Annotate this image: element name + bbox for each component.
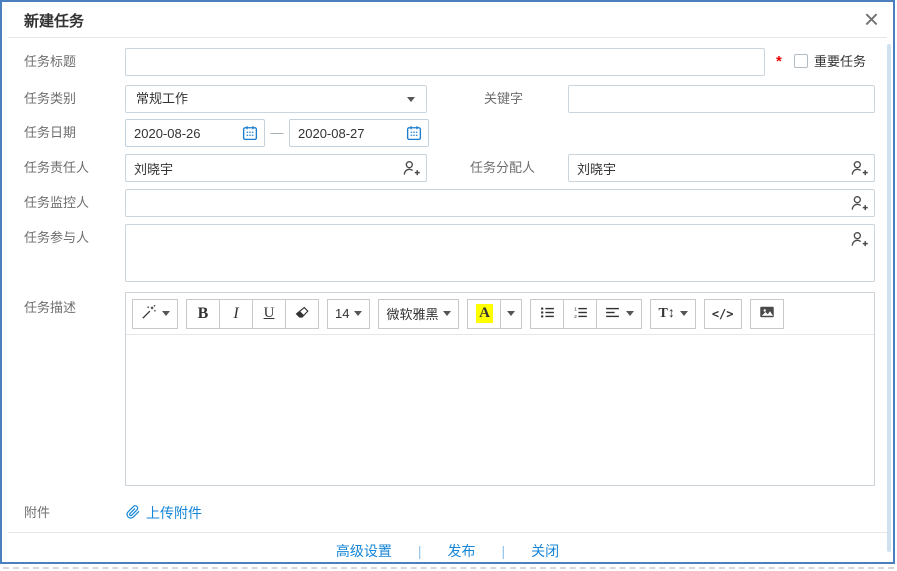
description-content-area[interactable] (126, 335, 874, 485)
svg-text:1: 1 (574, 306, 577, 312)
chevron-down-icon (354, 311, 362, 316)
chevron-down-icon (443, 311, 451, 316)
required-asterisk: * (776, 53, 782, 70)
font-color-dropdown-button[interactable] (500, 299, 522, 329)
person-add-icon[interactable] (849, 229, 869, 249)
keyword-input[interactable] (568, 85, 875, 113)
start-date-field (125, 119, 265, 147)
dialog-title: 新建任务 (24, 10, 84, 31)
footer-divider (8, 532, 887, 533)
chevron-down-icon (162, 311, 170, 316)
task-category-select[interactable]: 常规工作 (125, 85, 427, 113)
underline-button[interactable]: U (252, 299, 286, 329)
line-height-glyph: T↕ (658, 306, 674, 322)
advanced-settings-button[interactable]: 高级设置 (336, 541, 392, 561)
bold-button[interactable]: B (186, 299, 220, 329)
description-label: 任务描述 (24, 294, 76, 322)
participants-input[interactable] (125, 224, 875, 282)
bullet-list-button[interactable] (530, 299, 564, 329)
background-dashed-line (3, 567, 894, 569)
upload-attachment-link[interactable]: 上传附件 (125, 502, 202, 524)
font-size-button[interactable]: 14 (327, 299, 370, 329)
attachment-label: 附件 (24, 502, 50, 524)
align-button[interactable] (596, 299, 642, 329)
close-icon[interactable]: × (864, 2, 879, 36)
calendar-icon[interactable] (241, 124, 259, 142)
responsible-input[interactable] (125, 154, 427, 182)
task-title-label: 任务标题 (24, 48, 76, 76)
scrollbar-track[interactable] (887, 44, 891, 552)
monitor-input[interactable] (125, 189, 875, 217)
keyword-label: 关键字 (484, 85, 523, 113)
paperclip-icon (125, 504, 141, 523)
editor-toolbar: B I U 14 (126, 293, 874, 335)
assigner-label: 任务分配人 (470, 154, 535, 182)
insert-image-button[interactable] (750, 299, 784, 329)
task-title-input[interactable] (125, 48, 765, 76)
task-category-label: 任务类别 (24, 85, 76, 113)
chevron-down-icon (507, 311, 515, 316)
participants-label: 任务参与人 (24, 224, 89, 252)
italic-button[interactable]: I (219, 299, 253, 329)
important-task-label: 重要任务 (814, 48, 866, 76)
numbered-list-button[interactable]: 1 2 (563, 299, 597, 329)
description-editor: B I U 14 (125, 292, 875, 486)
person-add-icon[interactable] (401, 158, 421, 178)
chevron-down-icon (626, 311, 634, 316)
chevron-down-icon (680, 311, 688, 316)
code-view-button[interactable]: </> (704, 299, 742, 329)
svg-text:2: 2 (574, 314, 577, 320)
person-add-icon[interactable] (849, 193, 869, 213)
calendar-icon[interactable] (405, 124, 423, 142)
task-date-label: 任务日期 (24, 119, 76, 147)
font-size-value: 14 (335, 306, 349, 321)
eraser-icon (294, 304, 311, 324)
close-button[interactable]: 关闭 (531, 541, 559, 561)
magic-style-button[interactable] (132, 299, 178, 329)
footer-actions: 高级设置 | 发布 | 关闭 (2, 541, 893, 561)
font-color-button[interactable]: A (467, 299, 501, 329)
font-family-button[interactable]: 微软雅黑 (378, 299, 459, 329)
line-height-button[interactable]: T↕ (650, 299, 695, 329)
end-date-field (289, 119, 429, 147)
font-color-letter: A (476, 304, 493, 323)
image-icon (758, 303, 776, 324)
new-task-dialog: 新建任务 × 任务标题 * 重要任务 任务类别 常规工作 关键字 任务日期 — (0, 0, 895, 564)
chevron-down-icon (407, 97, 415, 102)
footer-separator: | (418, 543, 422, 559)
date-range-separator: — (265, 119, 289, 147)
monitor-label: 任务监控人 (24, 189, 89, 217)
magic-wand-icon (140, 304, 157, 324)
font-family-value: 微软雅黑 (386, 304, 438, 323)
align-left-icon (604, 304, 621, 324)
publish-button[interactable]: 发布 (448, 541, 476, 561)
assigner-input[interactable] (568, 154, 875, 182)
title-divider (8, 37, 887, 38)
bullet-list-icon (539, 304, 556, 324)
responsible-label: 任务责任人 (24, 154, 89, 182)
clear-format-button[interactable] (285, 299, 319, 329)
person-add-icon[interactable] (849, 158, 869, 178)
footer-separator: | (502, 543, 506, 559)
numbered-list-icon: 1 2 (572, 304, 589, 324)
important-task-checkbox[interactable] (794, 54, 808, 68)
upload-attachment-text: 上传附件 (146, 503, 202, 523)
task-category-value: 常规工作 (136, 91, 188, 106)
